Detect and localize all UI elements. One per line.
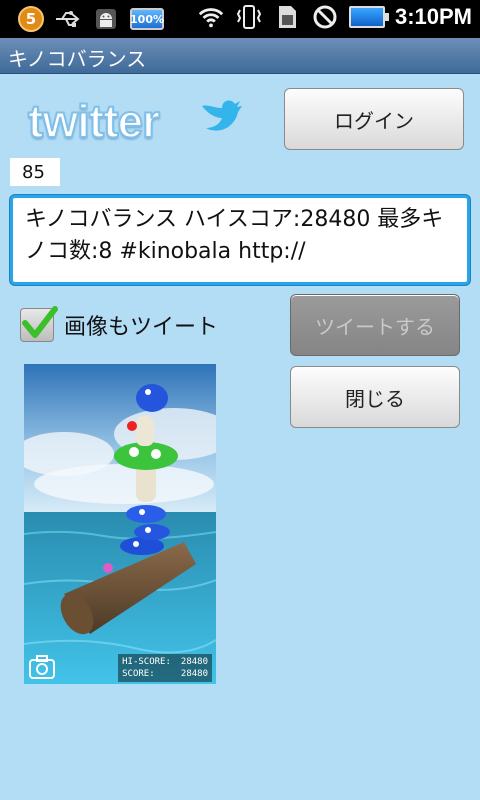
- app-title-bar: キノコバランス: [0, 38, 480, 74]
- game-score-panel: HI-SCORE: 28480 SCORE: 28480: [118, 654, 212, 682]
- score-label: SCORE:: [122, 669, 155, 679]
- sim-card-icon: [273, 4, 301, 30]
- wifi-icon: [197, 4, 225, 30]
- hiscore-label: HI-SCORE:: [122, 657, 171, 667]
- score-value: 28480: [180, 669, 208, 679]
- attach-image-option[interactable]: 画像もツイート: [20, 306, 219, 342]
- attach-image-checkbox[interactable]: [20, 306, 58, 342]
- clock: 3:10PM: [394, 4, 472, 29]
- tweet-button[interactable]: ツイートする: [290, 294, 460, 356]
- close-button[interactable]: 閉じる: [290, 366, 460, 428]
- battery-full-icon: 100%: [130, 8, 164, 30]
- camera-icon[interactable]: [28, 654, 56, 680]
- login-button[interactable]: ログイン: [284, 88, 464, 150]
- twitter-logo-text: twitter: [27, 94, 161, 148]
- hiscore-value: 28480: [180, 657, 208, 667]
- battery-icon: [348, 6, 389, 28]
- notification-count-icon[interactable]: 5: [18, 6, 44, 32]
- game-scene-image: [24, 364, 216, 684]
- android-debug-icon: [92, 6, 120, 32]
- no-signal-icon: [311, 4, 339, 30]
- checkmark-icon: [22, 306, 58, 338]
- status-bar: 5 100% 3:10PM: [0, 0, 480, 38]
- usb-icon: [54, 6, 82, 32]
- tweet-text-input[interactable]: キノコバランス ハイスコア:28480 最多キノコ数:8 #kinobala h…: [10, 195, 470, 285]
- vibrate-icon: [235, 4, 263, 30]
- twitter-bird-icon: [202, 100, 242, 131]
- character-counter: 85: [10, 158, 60, 186]
- game-screenshot: HI-SCORE: 28480 SCORE: 28480: [24, 364, 216, 684]
- attach-image-label: 画像もツイート: [64, 315, 219, 340]
- twitter-logo: twitter: [27, 92, 242, 148]
- app-title: キノコバランス: [8, 47, 147, 71]
